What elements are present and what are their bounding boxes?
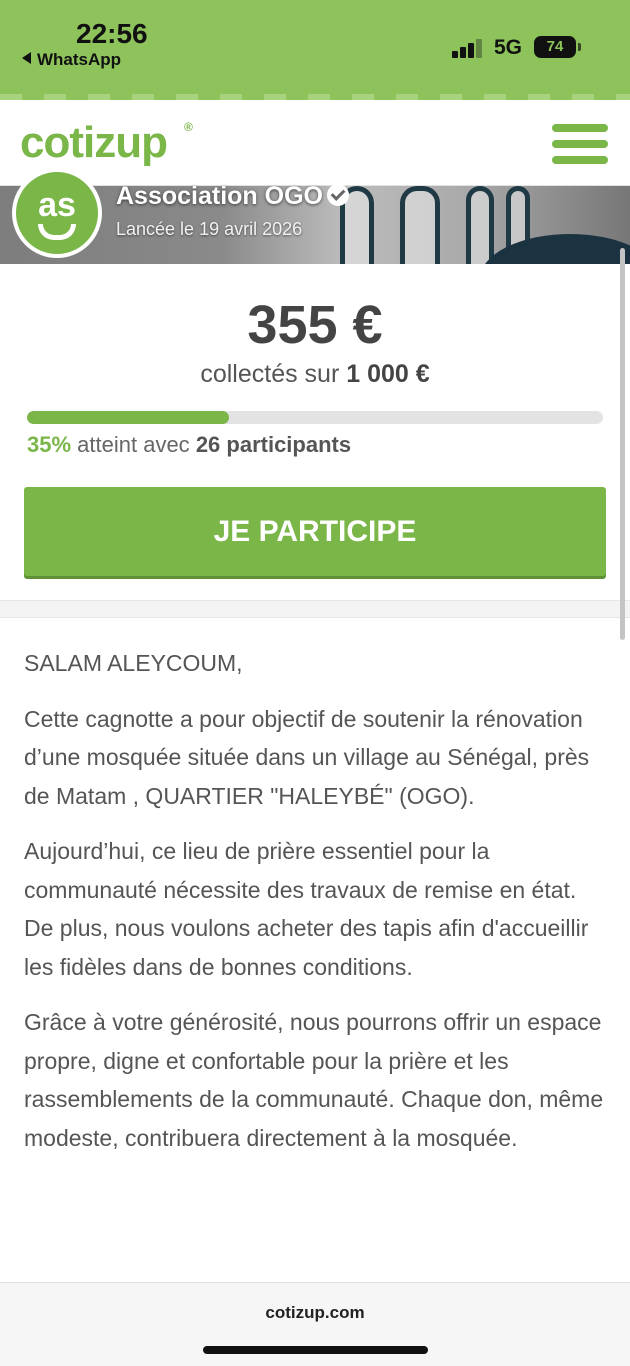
participate-button[interactable]: JE PARTICIPE xyxy=(24,487,606,576)
progress-percent: 35% xyxy=(27,432,72,457)
progress-summary: 35% atteint avec 26 participants xyxy=(27,432,351,458)
organizer-label: Association OGO xyxy=(116,182,323,210)
arch-shape xyxy=(400,186,440,264)
collected-amount: 355 € xyxy=(247,295,383,355)
avatar-initials: as xyxy=(38,186,76,224)
description-paragraph: SALAM ALEYCOUM, xyxy=(24,650,243,676)
signal-strength-icon xyxy=(452,38,486,58)
cotizup-logo[interactable]: cotizup ® xyxy=(20,118,193,168)
home-indicator[interactable] xyxy=(203,1346,428,1354)
battery-icon: 74 xyxy=(534,36,581,58)
progress-fill xyxy=(27,411,229,424)
back-to-app-link[interactable]: WhatsApp xyxy=(22,50,121,70)
scrollbar[interactable] xyxy=(620,248,625,640)
dome-shape xyxy=(480,234,630,264)
section-divider xyxy=(0,600,630,618)
site-header: cotizup ® xyxy=(0,100,630,186)
back-arrow-icon xyxy=(22,52,31,64)
avatar[interactable]: as xyxy=(12,168,102,258)
collected-prefix: collectés sur xyxy=(200,360,340,388)
launch-date: Lancée le 19 avril 2026 xyxy=(116,219,303,239)
browser-bottom-bar: cotizup.com xyxy=(0,1282,630,1366)
clock: 22:56 xyxy=(76,18,148,49)
status-bar: 22:56 WhatsApp 5G 74 xyxy=(0,0,630,100)
description-paragraph: Grâce à votre générosité, nous pourrons … xyxy=(24,1009,604,1151)
progress-mid-text: atteint avec xyxy=(77,432,190,457)
progress-bar xyxy=(27,411,603,424)
back-app-label: WhatsApp xyxy=(37,50,122,69)
goal-amount: 1 000 € xyxy=(346,360,430,388)
hamburger-menu-icon[interactable] xyxy=(552,124,608,164)
network-type: 5G xyxy=(494,36,523,59)
organizer-name[interactable]: Association OGO xyxy=(116,182,349,211)
verified-check-icon xyxy=(326,184,349,206)
registered-mark: ® xyxy=(184,120,193,134)
logo-text: cotizup xyxy=(20,118,168,167)
url-bar[interactable]: cotizup.com xyxy=(0,1303,630,1323)
arch-shape xyxy=(466,186,494,264)
description-paragraph: Cette cagnotte a pour objectif de souten… xyxy=(24,705,590,809)
goal-line: collectés sur 1 000 € xyxy=(0,360,630,389)
smile-icon xyxy=(38,224,76,240)
participants-count: 26 participants xyxy=(195,432,352,457)
campaign-description: SALAM ALEYCOUM, Cette cagnotte a pour ob… xyxy=(24,644,610,1174)
description-paragraph: Aujourd’hui, ce lieu de prière essentiel… xyxy=(24,838,589,980)
